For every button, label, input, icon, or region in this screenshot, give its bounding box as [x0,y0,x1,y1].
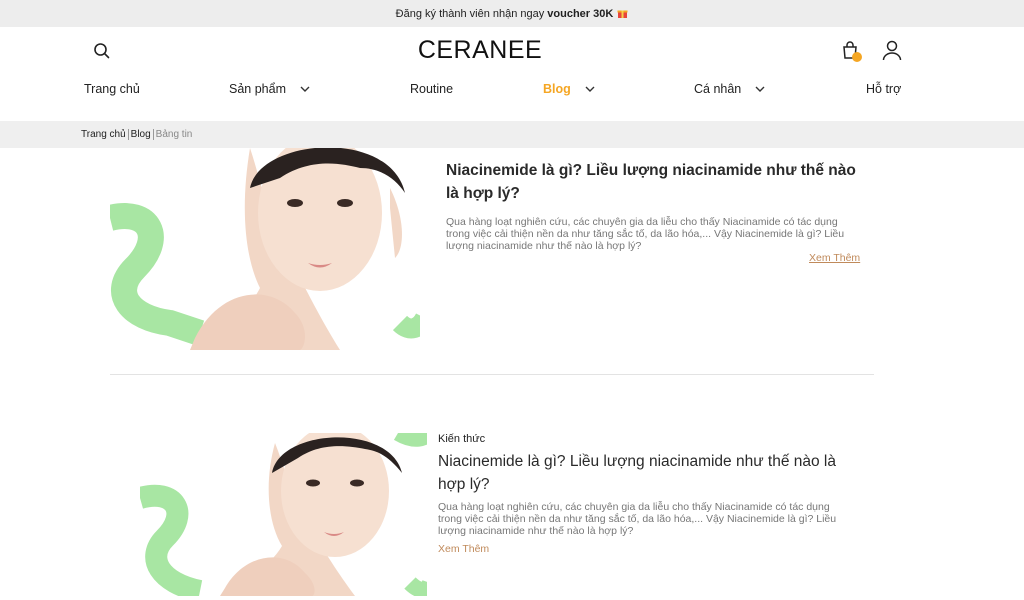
nav-label: Hỗ trợ [866,82,902,96]
breadcrumb-blog[interactable]: Blog [131,129,151,140]
promo-highlight: voucher 30K [547,7,614,20]
cart-badge [852,52,862,62]
user-icon[interactable] [881,39,903,63]
article-excerpt: Qua hàng loạt nghiên cứu, các chuyên gia… [438,501,837,537]
breadcrumb-current: Bảng tin [155,129,193,140]
article-image[interactable] [140,433,427,596]
article-title[interactable]: Niacinemide là gì? Liều lượng niacinamid… [438,450,858,496]
article-category[interactable]: Kiến thức [438,433,485,445]
chevron-down-icon [585,86,595,92]
article-divider [110,374,874,375]
promo-bar[interactable]: Đăng ký thành viên nhận ngay voucher 30K [0,0,1024,27]
site-header: CERANEE Trang chủ Sản phẩm Routine Blog … [0,27,1024,121]
nav-label: Sản phẩm [229,82,286,96]
nav-label: Cá nhân [694,82,742,96]
nav-item-products[interactable]: Sản phẩm [229,82,310,96]
breadcrumb-home[interactable]: Trang chủ [81,129,126,140]
nav-item-support[interactable]: Hỗ trợ [866,82,901,96]
nav-item-personal[interactable]: Cá nhân [694,82,765,96]
read-more-link[interactable]: Xem Thêm [809,252,860,264]
nav-item-routine[interactable]: Routine [410,82,453,96]
main-nav: Trang chủ Sản phẩm Routine Blog Cá nhân … [0,82,1024,102]
gift-icon [617,8,628,19]
nav-item-home[interactable]: Trang chủ [84,82,140,96]
breadcrumb-separator [127,129,129,140]
article-image[interactable] [110,148,420,350]
breadcrumb: Trang chủ Blog Bảng tin [0,121,1024,148]
breadcrumb-separator [152,129,154,140]
article-excerpt: Qua hàng loạt nghiên cứu, các chuyên gia… [446,216,845,252]
read-more-link[interactable]: Xem Thêm [438,543,489,555]
article-title[interactable]: Niacinemide là gì? Liều lượng niacinamid… [446,159,866,205]
site-logo[interactable]: CERANEE [0,36,960,65]
nav-label: Routine [410,82,454,96]
nav-label: Blog [543,82,571,96]
nav-label: Trang chủ [84,82,140,96]
chevron-down-icon [755,86,765,92]
nav-item-blog[interactable]: Blog [543,82,595,96]
promo-text: Đăng ký thành viên nhận ngay [395,7,545,20]
chevron-down-icon [300,86,310,92]
shopping-bag-icon[interactable] [840,39,864,63]
